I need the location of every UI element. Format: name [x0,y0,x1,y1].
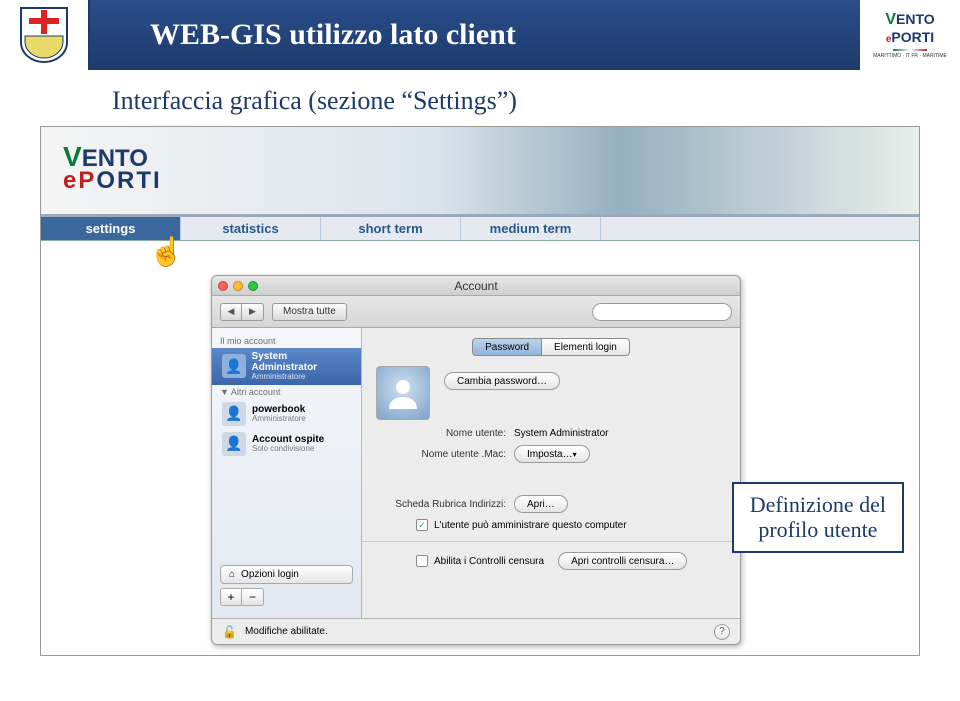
tab-statistics[interactable]: statistics [181,217,321,240]
open-address-button[interactable]: Apri… [514,495,568,513]
header-bar: WEB-GIS utilizzo lato client [90,0,860,70]
back-button[interactable]: ◀ [220,303,242,321]
help-button[interactable]: ? [714,624,730,640]
parental-checkbox-label: Abilita i Controlli censura [434,556,544,567]
vento-porti-logo: VENTO ePORTI MARITTIMO · IT FR · MARITIM… [860,0,960,70]
slide-subtitle: Interfaccia grafica (sezione “Settings”) [0,70,960,126]
tab-short-term[interactable]: short term [321,217,461,240]
sidebar-heading-myaccount: Il mio account [212,334,361,348]
tab-settings[interactable]: settings [41,217,181,240]
dotmac-button[interactable]: Imposta… [514,445,590,463]
account-content: Password Elementi login Cambia password…… [362,328,740,618]
tab-spacer [601,217,919,240]
parental-checkbox[interactable] [416,555,428,567]
tab-password[interactable]: Password [472,338,542,356]
window-title: Account [212,279,740,293]
slide-header: WEB-GIS utilizzo lato client VENTO ePORT… [0,0,960,70]
banner-logo: VENTO ePORTI [63,141,162,195]
change-password-button[interactable]: Cambia password… [444,372,560,390]
sidebar-heading-other: ▼ Altri account [212,385,361,399]
lock-icon[interactable]: 🔓 [222,625,237,639]
sidebar-item-sysadmin[interactable]: 👤 System Administrator Amministratore [212,348,361,385]
user-icon: 👤 [222,354,246,378]
sidebar-item-guest[interactable]: 👤 Account ospite Solo condivisione [212,429,361,459]
window-toolbar: ◀ ▶ Mostra tutte [212,296,740,328]
sidebar-item-powerbook[interactable]: 👤 powerbook Amministratore [212,399,361,429]
house-icon: ⌂ [229,569,235,580]
divider [362,541,740,542]
username-label: Nome utente: [376,428,506,439]
page-title: WEB-GIS utilizzo lato client [150,18,516,52]
address-label: Scheda Rubrica Indirizzi: [376,499,506,510]
genova-shield-logo [0,0,90,70]
window-titlebar[interactable]: Account [212,276,740,296]
tab-medium-term[interactable]: medium term [461,217,601,240]
show-all-button[interactable]: Mostra tutte [272,303,347,321]
user-icon: 👤 [222,432,246,456]
footer-status: Modifiche abilitate. [245,626,328,637]
webgis-frame: VENTO ePORTI settings statistics short t… [40,126,920,656]
open-parental-button[interactable]: Apri controlli censura… [558,552,687,570]
remove-account-button[interactable]: − [242,588,264,606]
webgis-tabs: settings statistics short term medium te… [41,217,919,241]
window-footer: 🔓 Modifiche abilitate. ? [212,618,740,644]
content-tabs: Password Elementi login [376,338,726,356]
admin-checkbox[interactable]: ✓ [416,519,428,531]
admin-checkbox-label: L'utente può amministrare questo compute… [434,520,627,531]
login-options-button[interactable]: ⌂ Opzioni login [220,565,353,584]
add-account-button[interactable]: + [220,588,242,606]
tab-login-items[interactable]: Elementi login [542,338,630,356]
search-input[interactable] [603,306,735,317]
user-avatar[interactable] [376,366,430,420]
callout-box: Definizione del profilo utente [732,482,904,553]
account-window: Account ◀ ▶ Mostra tutte Il mio account … [211,275,741,645]
user-icon: 👤 [222,402,246,426]
accounts-sidebar: Il mio account 👤 System Administrator Am… [212,328,362,618]
search-field[interactable] [592,303,732,321]
dotmac-label: Nome utente .Mac: [376,449,506,460]
webgis-banner: VENTO ePORTI [41,127,919,217]
username-value: System Administrator [514,428,608,439]
forward-button[interactable]: ▶ [242,303,264,321]
